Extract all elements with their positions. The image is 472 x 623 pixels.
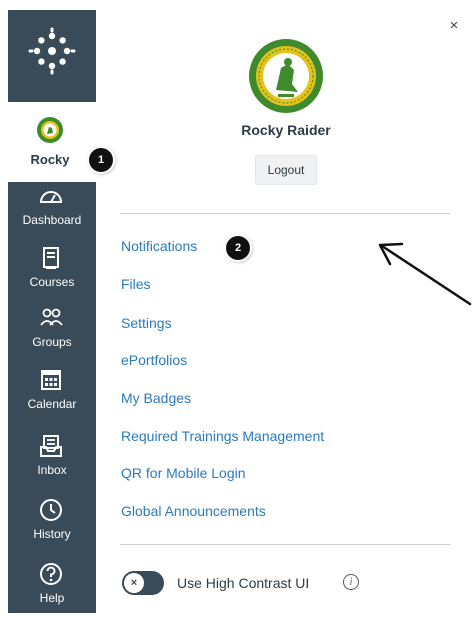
nav-item-calendar[interactable]: Calendar — [8, 362, 96, 424]
history-icon — [40, 499, 62, 521]
step-marker-1: 1 — [89, 148, 113, 172]
nav-label-inbox: Inbox — [37, 463, 67, 477]
calendar-icon — [41, 370, 61, 390]
toggle-knob-x-icon: × — [124, 573, 144, 593]
nav-label-groups: Groups — [32, 335, 72, 349]
link-required-trainings[interactable]: Required Trainings Management — [121, 428, 324, 444]
link-global-announcements[interactable]: Global Announcements — [121, 503, 266, 519]
nav-item-dashboard[interactable]: Dashboard — [8, 178, 96, 240]
high-contrast-label: Use High Contrast UI — [177, 575, 310, 591]
global-navigation: Rocky Dashboard Courses Groups Calendar … — [8, 10, 96, 613]
canvas-logo[interactable] — [8, 10, 96, 92]
link-settings[interactable]: Settings — [121, 315, 172, 331]
nav-label-calendar: Calendar — [27, 397, 77, 411]
nav-item-inbox[interactable]: Inbox — [8, 428, 96, 490]
inbox-icon — [40, 435, 62, 457]
nav-label-history: History — [33, 527, 71, 541]
high-contrast-toggle[interactable]: × — [122, 571, 164, 595]
user-name: Rocky Raider — [241, 122, 331, 138]
account-avatar-icon — [37, 117, 63, 143]
tray-divider-top — [120, 213, 450, 214]
close-tray-button[interactable]: × — [446, 18, 462, 34]
link-qr-mobile-login[interactable]: QR for Mobile Login — [121, 465, 246, 481]
courses-icon — [43, 247, 59, 269]
canvas-screen: Rocky Dashboard Courses Groups Calendar … — [0, 0, 472, 623]
nav-item-courses[interactable]: Courses — [8, 240, 96, 302]
link-my-badges[interactable]: My Badges — [121, 390, 191, 406]
dashboard-icon — [39, 191, 63, 203]
link-files[interactable]: Files — [121, 276, 151, 292]
nav-label-dashboard: Dashboard — [22, 213, 82, 227]
annotation-arrow — [378, 242, 472, 306]
groups-icon — [40, 308, 63, 326]
tray-divider-bottom — [120, 544, 450, 545]
logout-button[interactable]: Logout — [255, 155, 317, 185]
nav-item-account[interactable]: Rocky — [8, 102, 96, 182]
link-eportfolios[interactable]: ePortfolios — [121, 352, 187, 368]
nav-item-help[interactable]: Help — [8, 556, 96, 618]
help-icon — [40, 563, 62, 585]
link-notifications[interactable]: Notifications — [121, 238, 197, 254]
canvas-logo-icon — [28, 27, 76, 75]
nav-item-groups[interactable]: Groups — [8, 300, 96, 362]
info-icon[interactable]: i — [343, 574, 359, 590]
account-label: Rocky — [30, 152, 70, 167]
nav-label-help: Help — [39, 591, 65, 605]
user-avatar-icon[interactable] — [248, 38, 324, 114]
nav-item-history[interactable]: History — [8, 492, 96, 554]
nav-label-courses: Courses — [29, 275, 75, 289]
step-marker-2: 2 — [226, 236, 250, 260]
